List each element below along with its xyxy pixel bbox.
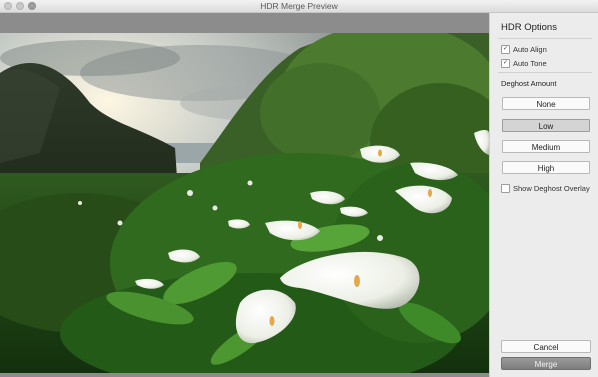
deghost-none-button[interactable]: None xyxy=(502,97,590,110)
title-bar: HDR Merge Preview xyxy=(0,0,598,13)
auto-align-checkbox[interactable]: ✓ xyxy=(501,45,510,54)
panel-title: HDR Options xyxy=(501,22,557,33)
auto-tone-label: Auto Tone xyxy=(513,59,547,68)
deghost-amount-label: Deghost Amount xyxy=(501,79,557,88)
hdr-options-panel: HDR Options ✓ Auto Align ✓ Auto Tone Deg… xyxy=(489,13,598,377)
auto-tone-row[interactable]: ✓ Auto Tone xyxy=(501,59,547,68)
auto-align-row[interactable]: ✓ Auto Align xyxy=(501,45,547,54)
divider xyxy=(498,38,592,39)
deghost-low-button[interactable]: Low xyxy=(502,119,590,132)
merge-button[interactable]: Merge xyxy=(501,357,591,370)
auto-tone-checkbox[interactable]: ✓ xyxy=(501,59,510,68)
cancel-button[interactable]: Cancel xyxy=(501,340,591,353)
preview-area xyxy=(0,13,489,377)
hdr-merge-window: HDR Merge Preview HDR Options ✓ Auto Ali… xyxy=(0,0,598,377)
show-deghost-overlay-checkbox[interactable] xyxy=(501,184,510,193)
hdr-preview-image xyxy=(0,33,489,373)
show-deghost-overlay-row[interactable]: Show Deghost Overlay xyxy=(501,184,590,193)
auto-align-label: Auto Align xyxy=(513,45,547,54)
divider xyxy=(498,72,592,73)
show-deghost-overlay-label: Show Deghost Overlay xyxy=(513,184,590,193)
deghost-high-button[interactable]: High xyxy=(502,161,590,174)
deghost-medium-button[interactable]: Medium xyxy=(502,140,590,153)
window-title: HDR Merge Preview xyxy=(260,1,338,11)
